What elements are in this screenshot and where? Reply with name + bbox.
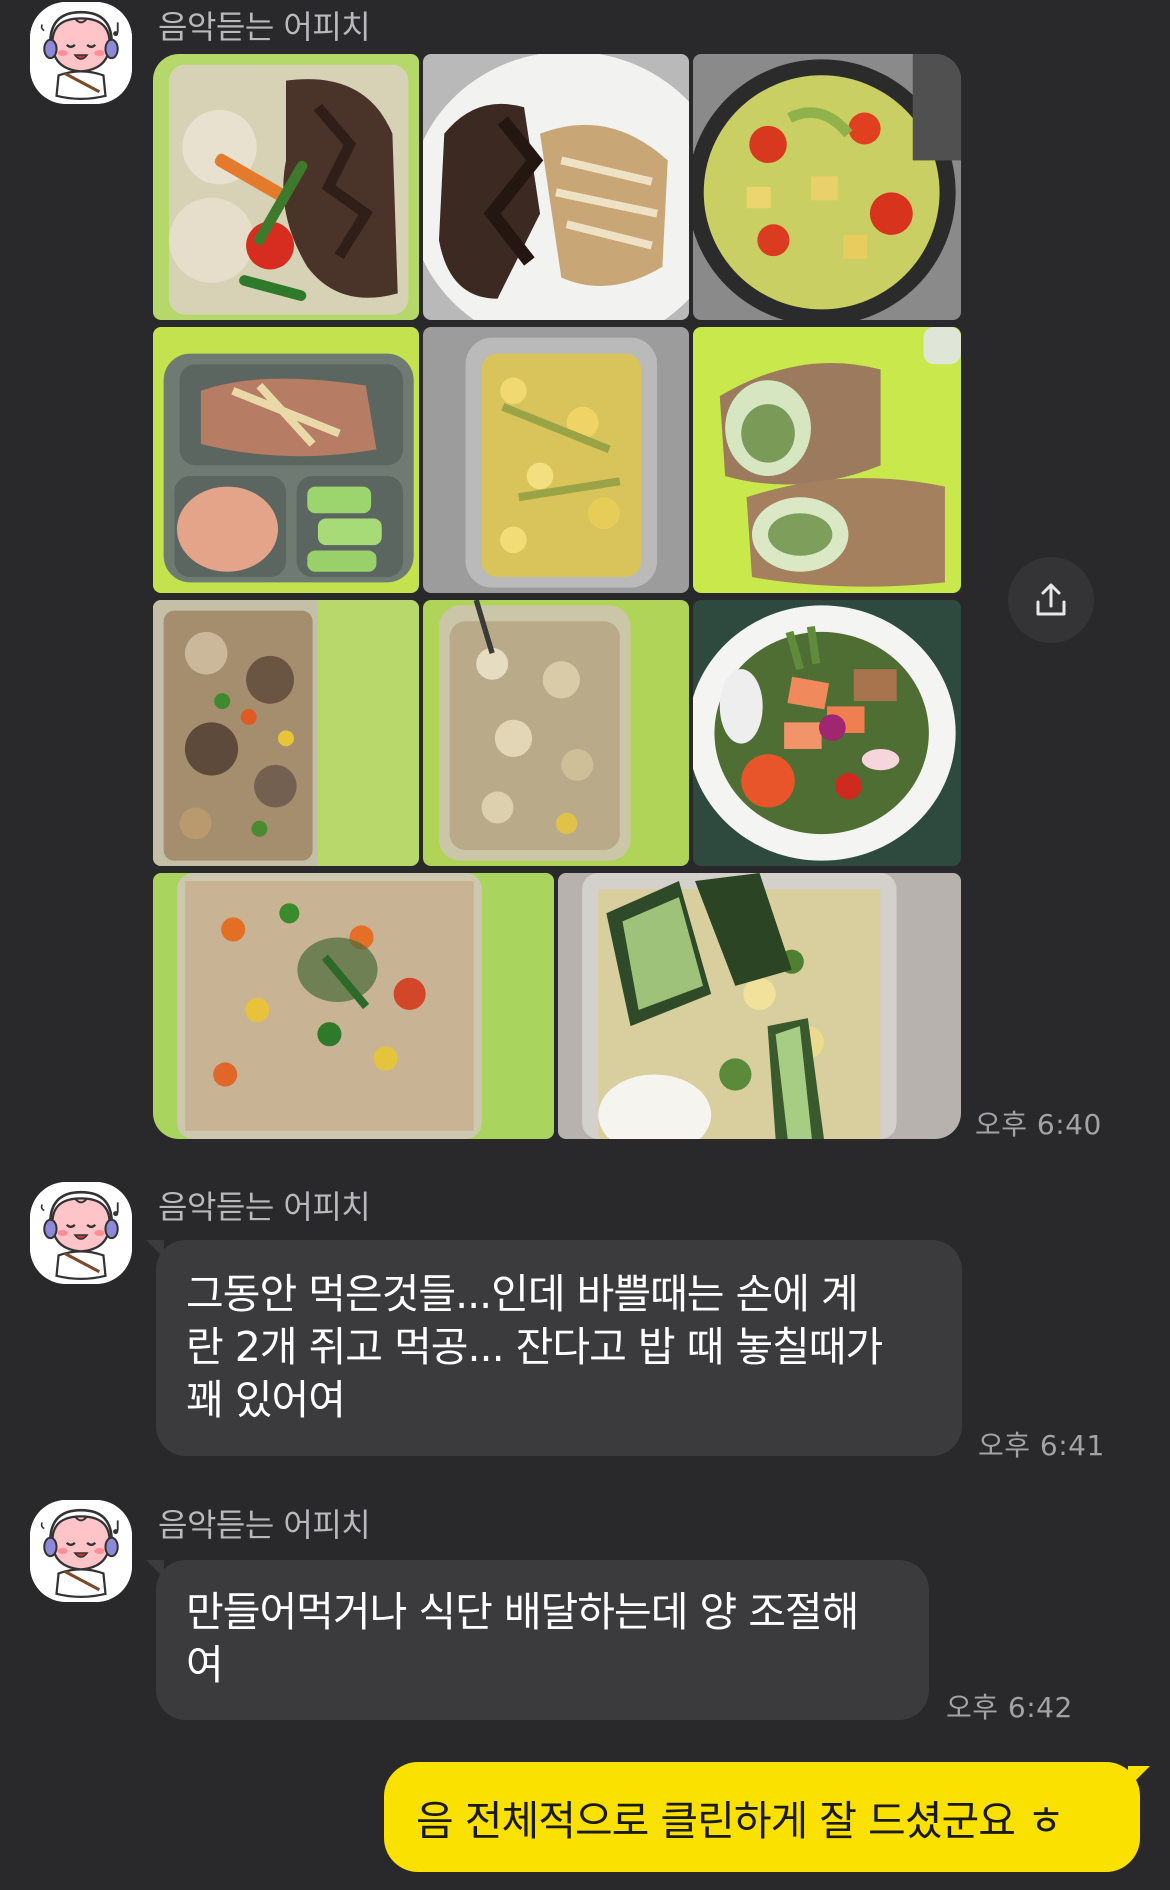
my-message-bubble[interactable]: 음 전체적으로 클린하게 잘 드셨군요 ㅎ xyxy=(384,1762,1140,1872)
photo-stir-fried-veg[interactable] xyxy=(693,54,961,320)
message-text-line: 여 xyxy=(186,1641,224,1689)
photo-scrambled-eggs[interactable] xyxy=(423,327,689,593)
share-icon xyxy=(1036,583,1066,616)
photo-divided-plate[interactable] xyxy=(153,327,419,593)
sender-name: 음악듣는 어피치 xyxy=(158,1188,371,1226)
sender-avatar[interactable] xyxy=(30,1182,132,1284)
message-text-line: 만들어먹거나 식단 배달하는데 양 조절해 xyxy=(186,1588,859,1636)
apeach-avatar-icon xyxy=(30,1182,132,1284)
message-bubble[interactable]: 만들어먹거나 식단 배달하는데 양 조절해 여 xyxy=(156,1560,929,1720)
photo-veg-fried-rice[interactable] xyxy=(153,873,554,1139)
message-timestamp: 오후 6:42 xyxy=(946,1691,1073,1724)
photo-rice-egg-container[interactable] xyxy=(423,600,689,866)
sender-name: 음악듣는 어피치 xyxy=(158,1506,371,1544)
photo-salmon-poke[interactable] xyxy=(693,600,961,866)
photo-beef-rice-container[interactable] xyxy=(153,600,419,866)
sender-avatar[interactable] xyxy=(30,1500,132,1602)
apeach-avatar-icon xyxy=(30,2,132,104)
message-timestamp: 오후 6:40 xyxy=(975,1108,1102,1141)
message-timestamp: 오후 6:41 xyxy=(978,1429,1105,1462)
photo-steak-mushrooms[interactable] xyxy=(423,54,689,320)
share-button[interactable] xyxy=(1008,557,1094,643)
sender-name: 음악듣는 어피치 xyxy=(158,8,371,46)
photo-wraps[interactable] xyxy=(693,327,961,593)
photo-steak-rice-box[interactable] xyxy=(153,54,419,320)
photo-cucumber-egg-salad[interactable] xyxy=(558,873,961,1139)
photo-album[interactable] xyxy=(153,54,961,1139)
message-text-line: 란 2개 쥐고 먹공... 잔다고 밥 때 놓칠때가 xyxy=(186,1323,883,1371)
message-text-line: 그동안 먹은것들...인데 바쁠때는 손에 계 xyxy=(186,1270,859,1318)
apeach-avatar-icon xyxy=(30,1500,132,1602)
message-text-line: 꽤 있어여 xyxy=(186,1376,346,1424)
my-message-text: 음 전체적으로 클린하게 잘 드셨군요 ㅎ xyxy=(416,1797,1065,1845)
sender-avatar[interactable] xyxy=(30,2,132,104)
message-bubble[interactable]: 그동안 먹은것들...인데 바쁠때는 손에 계 란 2개 쥐고 먹공... 잔다… xyxy=(156,1240,962,1456)
